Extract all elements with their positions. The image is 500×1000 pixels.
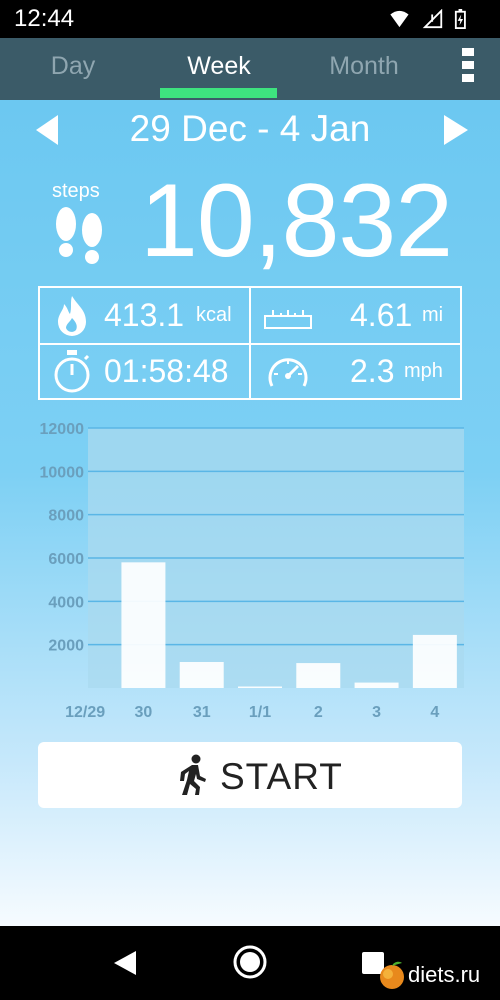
distance-value: 4.61	[350, 297, 413, 333]
battery-icon	[454, 9, 466, 29]
bar-4	[412, 634, 457, 688]
y-tick-label: 8000	[48, 508, 84, 525]
x-tick-label: 1/1	[249, 704, 271, 721]
speed-unit: mph	[404, 360, 443, 382]
flame-icon	[58, 296, 86, 336]
footprints-icon	[56, 207, 102, 264]
weekly-steps-chart: 2000 4000 6000 8000 10000 12000 12/29 30 31 1/1 2 3…	[0, 420, 500, 730]
grid-divider-horizontal	[40, 343, 460, 345]
steps-count: 10,832	[140, 163, 453, 279]
y-tick-label: 2000	[48, 638, 84, 655]
calories-unit: kcal	[196, 304, 232, 326]
bar-30	[121, 562, 166, 688]
back-icon[interactable]	[112, 950, 138, 976]
bar-1-1	[238, 686, 282, 688]
chart-svg: 2000 4000 6000 8000 10000 12000 12/29 30 31 1/1 2 3…	[40, 421, 464, 721]
previous-week-arrow-icon[interactable]	[30, 112, 66, 148]
tab-month[interactable]: Month	[305, 38, 423, 100]
tab-day[interactable]: Day	[14, 38, 132, 100]
stats-grid: 413.1 kcal 4.61 mi 01:58:48 2.3 mph	[38, 286, 462, 400]
status-icons	[390, 9, 466, 29]
start-button-label: START	[220, 756, 343, 797]
bar-2	[296, 663, 341, 688]
tab-indicator	[160, 88, 277, 98]
apple-logo-icon	[380, 961, 404, 989]
home-icon[interactable]	[232, 944, 268, 980]
date-range: 29 Dec - 4 Jan	[129, 108, 371, 149]
stopwatch-icon	[54, 350, 90, 393]
status-bar: 12:44	[0, 0, 500, 38]
y-tick-label: 12000	[40, 421, 85, 438]
x-tick-label: 31	[193, 704, 211, 721]
signal-icon	[422, 9, 443, 29]
duration-value: 01:58:48	[104, 353, 229, 389]
speed-value: 2.3	[350, 353, 395, 389]
ruler-icon	[264, 310, 312, 329]
start-button[interactable]: START	[38, 742, 462, 808]
main-panel: 29 Dec - 4 Jan steps 10,832 413.1 kcal 4…	[0, 100, 500, 926]
x-tick-label: 12/29	[65, 704, 105, 721]
x-tick-label: 2	[314, 704, 323, 721]
x-tick-label: 3	[372, 704, 381, 721]
bar-3	[354, 682, 399, 688]
x-tick-label: 4	[430, 704, 439, 721]
watermark-text: diets.ru	[408, 962, 481, 987]
speedometer-icon	[268, 358, 308, 387]
distance-unit: mi	[422, 304, 444, 326]
bar-31	[179, 662, 224, 688]
overflow-menu-icon[interactable]	[462, 48, 474, 82]
next-week-arrow-icon[interactable]	[438, 112, 474, 148]
steps-label: steps	[52, 180, 100, 202]
wifi-icon	[390, 10, 409, 28]
walking-person-icon	[180, 754, 206, 795]
y-tick-label: 10000	[40, 464, 85, 481]
calories-value: 413.1	[104, 297, 185, 333]
y-tick-label: 6000	[48, 551, 84, 568]
y-tick-label: 4000	[48, 594, 84, 611]
x-tick-label: 30	[135, 704, 153, 721]
watermark: diets.ru	[378, 960, 480, 990]
status-time: 12:44	[14, 5, 75, 32]
